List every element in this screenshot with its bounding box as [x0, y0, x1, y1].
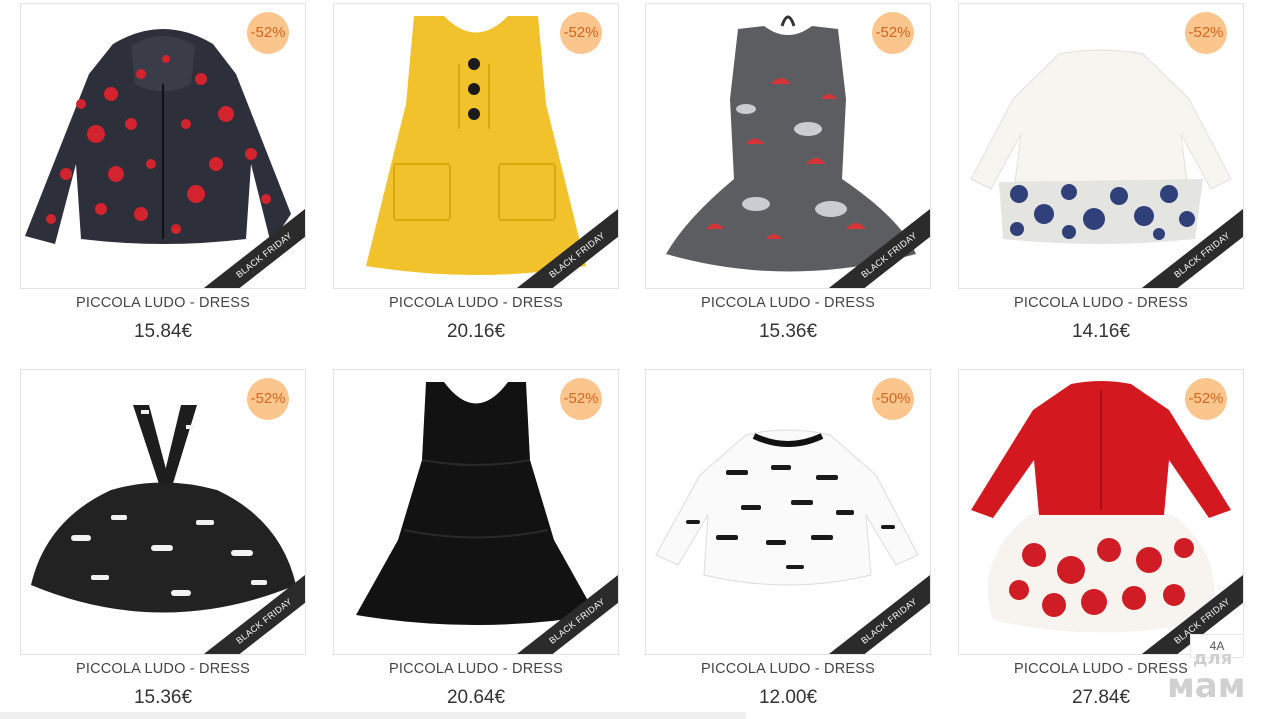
- discount-badge: -52%: [247, 378, 289, 420]
- product-image[interactable]: -52% BLACK FRIDAY: [20, 369, 306, 655]
- product-price: 15.36€: [133, 687, 193, 708]
- watermark-line-2: мам: [1167, 666, 1246, 706]
- discount-badge: -52%: [1185, 378, 1227, 420]
- product-title[interactable]: PICCOLA LUDO - DRESS: [333, 661, 619, 677]
- product-price: 15.36€: [758, 321, 818, 342]
- product-title[interactable]: PICCOLA LUDO - DRESS: [645, 295, 931, 311]
- discount-badge: -52%: [872, 12, 914, 54]
- browser-status-bar: [0, 712, 746, 719]
- product-image[interactable]: -52% BLACK FRIDAY: [958, 3, 1244, 289]
- product-title[interactable]: PICCOLA LUDO - DRESS: [645, 661, 931, 677]
- product-image[interactable]: -52% BLACK FRIDAY: [333, 369, 619, 655]
- product-price: 20.64€: [446, 687, 506, 708]
- discount-badge: -50%: [872, 378, 914, 420]
- product-title[interactable]: PICCOLA LUDO - DRESS: [20, 661, 306, 677]
- product-price: 15.84€: [133, 321, 193, 342]
- product-title[interactable]: PICCOLA LUDO - DRESS: [958, 295, 1244, 311]
- product-price: 12.00€: [758, 687, 818, 708]
- product-price: 14.16€: [1071, 321, 1131, 342]
- discount-badge: -52%: [560, 378, 602, 420]
- site-watermark: для мам: [1165, 648, 1275, 708]
- product-title[interactable]: PICCOLA LUDO - DRESS: [20, 295, 306, 311]
- discount-badge: -52%: [1185, 12, 1227, 54]
- product-grid: -52% BLACK FRIDAY PICCOLA LUDO - DRESS 1…: [0, 0, 1280, 719]
- product-image[interactable]: -52% BLACK FRIDAY: [958, 369, 1244, 655]
- product-price: 20.16€: [446, 321, 506, 342]
- discount-badge: -52%: [247, 12, 289, 54]
- product-image[interactable]: -50% BLACK FRIDAY: [645, 369, 931, 655]
- product-image[interactable]: -52% BLACK FRIDAY: [645, 3, 931, 289]
- discount-badge: -52%: [560, 12, 602, 54]
- product-title[interactable]: PICCOLA LUDO - DRESS: [333, 295, 619, 311]
- product-image[interactable]: -52% BLACK FRIDAY: [333, 3, 619, 289]
- product-image[interactable]: -52% BLACK FRIDAY: [20, 3, 306, 289]
